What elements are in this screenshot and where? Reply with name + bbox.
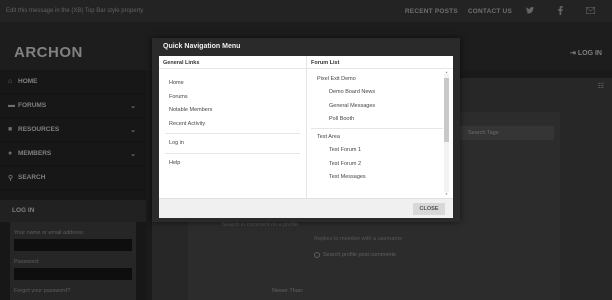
modal-body: General Links Home Forums Notable Member… (159, 56, 453, 218)
scroll-up-icon[interactable]: ▲ (444, 70, 449, 74)
general-links-heading: General Links (159, 56, 306, 69)
nav-link-help[interactable]: Help (159, 157, 306, 171)
scroll-down-icon[interactable]: ▼ (444, 192, 449, 196)
nav-link-forums[interactable]: Forums (159, 91, 306, 105)
quick-navigation-modal: Quick Navigation Menu General Links Home… (152, 38, 460, 222)
nav-link-notable-members[interactable]: Notable Members (159, 104, 306, 118)
forum-list-scrollbar[interactable]: ▲ ▼ (444, 70, 449, 196)
divider (165, 133, 300, 134)
forum-link-test-forum-1[interactable]: Test Forum 1 (307, 144, 453, 157)
modal-footer: CLOSE (159, 198, 453, 218)
forum-category-test-area[interactable]: Test Area (307, 131, 453, 144)
scrollbar-thumb[interactable] (444, 78, 449, 142)
nav-link-home[interactable]: Home (159, 77, 306, 91)
nav-link-log-in[interactable]: Log in (159, 137, 306, 151)
forum-list-heading: Forum List (307, 56, 453, 69)
forum-list-column: Forum List Pixel Exit Demo Demo Board Ne… (307, 56, 453, 198)
forum-list: Pixel Exit Demo Demo Board News General … (307, 69, 453, 184)
forum-link-test-forum-2[interactable]: Test Forum 2 (307, 158, 453, 171)
divider (165, 152, 300, 154)
forum-link-demo-board-news[interactable]: Demo Board News (307, 86, 453, 99)
nav-link-recent-activity[interactable]: Recent Activity (159, 118, 306, 132)
forum-category-pixel-exit-demo[interactable]: Pixel Exit Demo (307, 73, 453, 86)
close-button[interactable]: CLOSE (413, 203, 445, 215)
forum-link-test-messages[interactable]: Test Messages (307, 171, 453, 184)
modal-title: Quick Navigation Menu (163, 43, 241, 50)
general-links-column: General Links Home Forums Notable Member… (159, 56, 307, 198)
forum-link-poll-booth[interactable]: Poll Booth (307, 113, 453, 126)
forum-link-general-messages[interactable]: General Messages (307, 100, 453, 113)
divider (311, 128, 443, 130)
